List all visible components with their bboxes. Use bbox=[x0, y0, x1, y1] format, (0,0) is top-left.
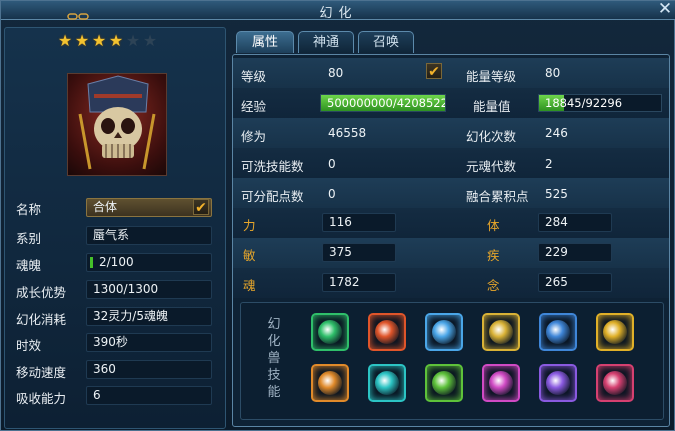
level-check-icon[interactable]: ✔ bbox=[426, 63, 442, 80]
constitution-label: 体 bbox=[487, 218, 500, 233]
exp-value: 500000000/420852288 bbox=[327, 96, 445, 110]
growth-value: 1300/1300 bbox=[86, 280, 212, 299]
move-speed-value: 360 bbox=[86, 360, 212, 379]
transform-cost-label: 幻化消耗 bbox=[16, 312, 67, 327]
cultivation-label: 修为 bbox=[241, 129, 267, 144]
soul-progress-fill bbox=[90, 257, 93, 268]
speed-label: 疾 bbox=[487, 248, 500, 263]
water-wave-icon bbox=[432, 320, 456, 344]
title-bar[interactable]: 幻化 ✕ bbox=[1, 1, 675, 21]
star-rating: ★ ★ ★ ★ ★ ★ bbox=[57, 33, 159, 49]
skill-slot[interactable] bbox=[596, 364, 634, 402]
close-button[interactable]: ✕ bbox=[656, 1, 674, 19]
element-value: 蜃气系 bbox=[86, 226, 212, 245]
star-icon: ★ bbox=[57, 31, 73, 50]
speed-value: 229 bbox=[538, 243, 612, 262]
agility-value: 375 bbox=[322, 243, 396, 262]
strength-label: 力 bbox=[243, 218, 256, 233]
absorb-value: 6 bbox=[86, 386, 212, 405]
soul-label: 魂魄 bbox=[16, 258, 42, 273]
washable-skills-value: 0 bbox=[328, 157, 336, 171]
skill-slot[interactable] bbox=[368, 364, 406, 402]
stats-row bbox=[233, 118, 669, 148]
move-speed-label: 移动速度 bbox=[16, 365, 67, 380]
level-label: 等级 bbox=[241, 69, 267, 84]
energy-level-value: 80 bbox=[545, 66, 561, 80]
mind-value: 265 bbox=[538, 273, 612, 292]
skill-slot[interactable] bbox=[539, 313, 577, 351]
window-title: 幻化 bbox=[319, 6, 358, 21]
strength-value: 116 bbox=[322, 213, 396, 232]
skill-slot[interactable] bbox=[311, 364, 349, 402]
tab-abilities[interactable]: 神通 bbox=[298, 31, 354, 53]
skill-slot[interactable] bbox=[368, 313, 406, 351]
name-check-icon[interactable]: ✔ bbox=[193, 199, 209, 216]
tab-summon[interactable]: 召唤 bbox=[358, 31, 414, 53]
stats-row bbox=[233, 58, 669, 88]
agility-label: 敏 bbox=[243, 248, 256, 263]
star-empty-icon: ★ bbox=[125, 31, 141, 50]
skill-slot[interactable] bbox=[425, 364, 463, 402]
gold-beast-icon bbox=[603, 320, 627, 344]
hero-name-label: 名称 bbox=[16, 202, 42, 217]
mind-label: 念 bbox=[487, 278, 500, 293]
green-rune-icon bbox=[432, 371, 456, 395]
washable-skills-label: 可洗技能数 bbox=[241, 159, 304, 174]
energy-value: 18845/92296 bbox=[545, 96, 623, 110]
green-vortex-icon bbox=[318, 320, 342, 344]
duration-value: 390秒 bbox=[86, 333, 212, 352]
exp-label: 经验 bbox=[241, 99, 267, 114]
soul-value-field: 2/100 bbox=[86, 253, 212, 272]
hero-portrait[interactable] bbox=[67, 73, 167, 176]
star-empty-icon: ★ bbox=[142, 31, 158, 50]
energy-label: 能量值 bbox=[473, 99, 511, 114]
skill-slot[interactable] bbox=[425, 313, 463, 351]
element-label: 系别 bbox=[16, 231, 42, 246]
red-shield-icon bbox=[603, 371, 627, 395]
skill-slot[interactable] bbox=[482, 364, 520, 402]
energy-level-label: 能量等级 bbox=[466, 69, 517, 84]
soul-generation-value: 2 bbox=[545, 157, 553, 171]
cyan-rune-icon bbox=[375, 371, 399, 395]
duration-label: 时效 bbox=[16, 338, 42, 353]
soul-stat-value: 1782 bbox=[322, 273, 396, 292]
gold-claw-icon bbox=[489, 320, 513, 344]
fusion-points-value: 525 bbox=[545, 187, 568, 201]
skill-slot[interactable] bbox=[539, 364, 577, 402]
exp-progress-bar: 500000000/420852288 bbox=[320, 94, 446, 112]
transform-count-value: 246 bbox=[545, 126, 568, 140]
cultivation-value: 46558 bbox=[328, 126, 367, 140]
orange-rune-icon bbox=[318, 371, 342, 395]
fusion-points-label: 融合累积点 bbox=[466, 189, 529, 204]
soul-stat-label: 魂 bbox=[243, 278, 256, 293]
star-icon: ★ bbox=[91, 31, 107, 50]
skill-slot[interactable] bbox=[311, 313, 349, 351]
purple-shield-icon bbox=[546, 371, 570, 395]
tab-attributes[interactable]: 属性 bbox=[236, 31, 294, 53]
constitution-value: 284 bbox=[538, 213, 612, 232]
skill-slot[interactable] bbox=[482, 313, 520, 351]
star-icon: ★ bbox=[74, 31, 90, 50]
assignable-points-label: 可分配点数 bbox=[241, 189, 304, 204]
transform-count-label: 幻化次数 bbox=[466, 129, 517, 144]
skill-slot[interactable] bbox=[596, 313, 634, 351]
transform-cost-value: 32灵力/5魂魄 bbox=[86, 307, 212, 326]
assignable-points-value: 0 bbox=[328, 187, 336, 201]
soul-generation-label: 元魂代数 bbox=[466, 159, 517, 174]
soul-value: 2/100 bbox=[99, 255, 134, 269]
level-value: 80 bbox=[328, 66, 344, 80]
growth-label: 成长优势 bbox=[16, 285, 67, 300]
absorb-label: 吸收能力 bbox=[16, 391, 67, 406]
star-icon: ★ bbox=[108, 31, 124, 50]
blue-rune-icon bbox=[546, 320, 570, 344]
fire-swirl-icon bbox=[375, 320, 399, 344]
magenta-rune-icon bbox=[489, 371, 513, 395]
energy-progress-bar: 18845/92296 bbox=[538, 94, 662, 112]
skills-title: 幻化兽技能 bbox=[267, 317, 281, 400]
